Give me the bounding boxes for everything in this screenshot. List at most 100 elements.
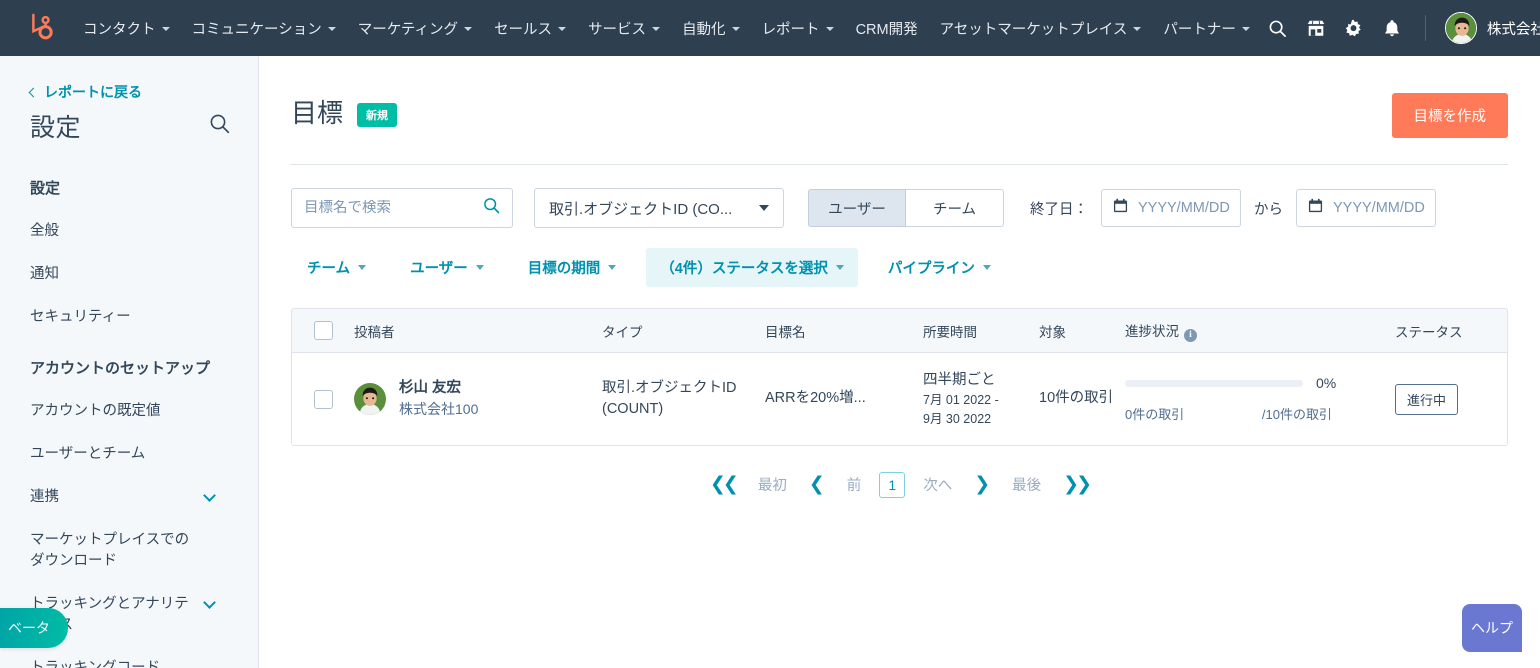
main-nav-items: コンタクト コミュニケーション マーケティング セールス サービス 自動化 レポ… [72, 12, 1261, 45]
nav-label: サービス [588, 21, 647, 38]
nav-label: セールス [494, 21, 553, 38]
info-icon[interactable]: i [1184, 328, 1197, 342]
header-type: タイプ [602, 324, 643, 340]
date-from-input[interactable]: YYYY/MM/DD [1101, 189, 1241, 227]
chevron-down-icon [475, 265, 484, 270]
search-icon[interactable] [1261, 11, 1295, 45]
sidebar-item-security[interactable]: セキュリティー [0, 307, 258, 328]
nav-item-asset-marketplace[interactable]: アセットマーケットプレイス [929, 12, 1153, 45]
nav-right-actions: 株式会社100 [1261, 9, 1540, 47]
metric-select-value: 取引.オブジェクトID (CO... [549, 200, 733, 218]
filter-team[interactable]: チーム [293, 248, 380, 287]
chevron-down-icon [327, 27, 336, 31]
hubspot-sprocket-logo-icon[interactable] [22, 11, 56, 45]
header-progress-label: 進捗状況 [1125, 324, 1179, 340]
sidebar-item-notifications[interactable]: 通知 [0, 264, 258, 285]
nav-item-crm-development[interactable]: CRM開発 [845, 12, 929, 45]
progress-total: /10件の取引 [1261, 407, 1332, 422]
header-author: 投稿者 [354, 324, 395, 340]
pagination-last-label[interactable]: 最後 [1004, 470, 1049, 499]
cell-target: 10件の取引 [1039, 390, 1114, 407]
pagination-next-label[interactable]: 次へ [915, 470, 960, 499]
toggle-user-button[interactable]: ユーザー [808, 189, 906, 227]
date-range-separator: から [1254, 201, 1283, 218]
beta-badge[interactable]: ベータ [0, 608, 68, 648]
cell-goal-name[interactable]: ARRを20%増... [765, 388, 923, 409]
filter-goal-period[interactable]: 目標の期間 [514, 248, 631, 287]
progress-percent: 0% [1316, 375, 1337, 391]
header-duration: 所要時間 [923, 324, 977, 340]
sidebar-item-marketplace-downloads[interactable]: マーケットプレイスでのダウンロード [0, 530, 258, 572]
nav-item-automation[interactable]: 自動化 [671, 12, 751, 45]
sidebar-section-settings: 設定 [30, 180, 61, 197]
chevron-down-icon [558, 27, 567, 31]
nav-label: パートナー [1163, 21, 1236, 38]
end-date-label: 終了日： [1030, 201, 1088, 218]
nav-item-reports[interactable]: レポート [751, 12, 845, 45]
progress-bar [1125, 379, 1303, 387]
sidebar-item-label: ユーザーとチーム [30, 446, 146, 463]
sidebar-item-integrations[interactable]: 連携 [0, 487, 258, 508]
header-goal-name: 目標名 [765, 324, 806, 340]
author-name: 杉山 友宏 [399, 379, 462, 396]
search-input[interactable] [304, 200, 474, 216]
chevron-down-icon [759, 205, 769, 211]
metric-select[interactable]: 取引.オブジェクトID (CO... [534, 188, 784, 228]
back-to-reports-link[interactable]: レポートに戻る [0, 82, 258, 102]
toggle-team-button[interactable]: チーム [906, 189, 1004, 227]
pagination-prev-label[interactable]: 前 [839, 470, 870, 499]
user-team-toggle: ユーザー チーム [808, 189, 1004, 227]
filter-status[interactable]: （4件）ステータスを選択 [646, 248, 858, 287]
notifications-bell-icon[interactable] [1375, 11, 1409, 45]
filter-label: ユーザー [410, 261, 468, 277]
calendar-icon [1308, 198, 1323, 218]
marketplace-icon[interactable] [1299, 11, 1333, 45]
pagination-first[interactable]: ❮❮ [702, 471, 744, 498]
table-row[interactable]: 杉山 友宏 株式会社100 取引.オブジェクトID (COUNT) ARRを20… [292, 353, 1507, 445]
page-header: 目標 新規 目標を作成 [291, 56, 1508, 138]
nav-item-contacts[interactable]: コンタクト [72, 12, 181, 45]
select-all-cell [292, 321, 354, 340]
search-icon[interactable] [483, 197, 500, 219]
nav-label: マーケティング [357, 21, 459, 38]
date-to-placeholder: YYYY/MM/DD [1333, 200, 1425, 216]
sidebar-item-general[interactable]: 全般 [0, 221, 258, 242]
nav-item-partner[interactable]: パートナー [1152, 12, 1261, 45]
sidebar-item-tracking-code[interactable]: トラッキングコード [0, 658, 258, 668]
nav-item-sales[interactable]: セールス [483, 12, 577, 45]
help-button[interactable]: ヘルプ [1462, 604, 1522, 652]
account-menu[interactable]: 株式会社100 [1442, 9, 1540, 47]
filter-user[interactable]: ユーザー [396, 248, 498, 287]
row-select-cell [292, 389, 354, 409]
pagination-first-label[interactable]: 最初 [750, 470, 795, 499]
sidebar-item-label: アカウントの既定値 [30, 403, 161, 420]
pagination-prev[interactable]: ❮ [801, 471, 833, 498]
cell-duration: 四半期ごと 7月 01 2022 - 9月 30 2022 [923, 370, 1039, 429]
select-all-checkbox[interactable] [313, 321, 333, 340]
search-icon[interactable] [209, 113, 230, 139]
pagination-last[interactable]: ❯❯ [1055, 471, 1097, 498]
chevron-down-icon [161, 27, 170, 31]
goal-search-box[interactable] [291, 188, 513, 228]
nav-item-marketing[interactable]: マーケティング [347, 12, 483, 45]
duration-end: 9月 30 2022 [923, 411, 992, 426]
nav-item-service[interactable]: サービス [577, 12, 671, 45]
pagination-page-1[interactable]: 1 [879, 471, 906, 498]
goals-table: 投稿者 タイプ 目標名 所要時間 対象 進捗状況 i ステータス 杉山 友宏 株… [291, 308, 1508, 446]
settings-gear-icon[interactable] [1337, 11, 1371, 45]
sidebar-title: 設定 [30, 114, 82, 142]
filter-row-primary: 取引.オブジェクトID (CO... ユーザー チーム 終了日： YYYY/ [291, 165, 1508, 228]
row-checkbox[interactable] [313, 389, 333, 409]
nav-item-communications[interactable]: コミュニケーション [181, 12, 347, 45]
status-badge[interactable]: 進行中 [1395, 383, 1459, 415]
filter-pipeline[interactable]: パイプライン [874, 248, 1005, 287]
create-goal-button[interactable]: 目標を作成 [1391, 93, 1508, 138]
pagination-next[interactable]: ❯ [966, 471, 998, 498]
chevron-left-icon: ❮ [808, 474, 825, 495]
date-to-input[interactable]: YYYY/MM/DD [1296, 189, 1436, 227]
back-link-label: レポートに戻る [44, 84, 142, 100]
chevron-down-icon [358, 265, 367, 270]
sidebar-item-users-and-teams[interactable]: ユーザーとチーム [0, 444, 258, 465]
sidebar-item-account-defaults[interactable]: アカウントの既定値 [0, 401, 258, 422]
duration-label: 四半期ごと [923, 371, 996, 388]
